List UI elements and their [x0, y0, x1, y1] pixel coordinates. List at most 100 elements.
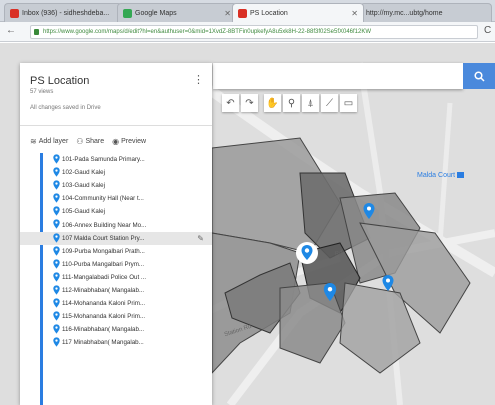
map-pin-icon — [53, 259, 60, 269]
back-arrow-icon[interactable]: ← — [6, 25, 16, 36]
map-pin-icon — [53, 193, 60, 203]
tab-google-maps[interactable]: Google Maps ✕ — [117, 3, 237, 22]
selected-map-marker-icon[interactable] — [295, 241, 319, 265]
layer-list: 101-Pada Samunda Primary... 102-Gaud Kale… — [20, 153, 212, 349]
map-pin-icon — [53, 232, 60, 243]
map-pin-icon — [53, 180, 60, 190]
map-pin-icon — [53, 219, 60, 230]
tab-title: http://my.mc...ubtg/home — [366, 9, 443, 17]
map-pin-icon — [53, 298, 60, 308]
place-label[interactable]: Malda Court — [417, 172, 465, 179]
tab-ps-location[interactable]: PS Location ✕ — [232, 3, 364, 22]
ruler-icon[interactable]: ▭ — [340, 94, 357, 112]
layer-item-label: 104-Community Hall (Near t... — [62, 195, 144, 203]
layer-item[interactable]: 110-Purba Mangalbari Prym... — [20, 258, 212, 271]
layer-item[interactable]: 101-Pada Samunda Primary... — [20, 153, 212, 166]
map-search-input[interactable] — [213, 63, 463, 89]
address-bar: ← C https://www.google.com/maps/d/edit?h… — [0, 22, 495, 42]
layer-item[interactable]: 117 Minabhaban( Mangalab... — [20, 336, 212, 349]
layer-item[interactable]: 115-Mohananda Kaloni Prim... — [20, 310, 212, 323]
layer-item-label: 114-Mohananda Kaloni Prim... — [62, 300, 146, 308]
layer-item-label: 101-Pada Samunda Primary... — [62, 156, 145, 164]
tab-title: PS Location — [250, 9, 288, 17]
close-icon[interactable]: ✕ — [224, 9, 231, 18]
place-label-text: Malda Court — [417, 172, 456, 179]
map-pin-icon — [53, 337, 60, 347]
map-marker-icon[interactable] — [363, 203, 375, 219]
layer-item-label: 109-Purba Mongalbari Prath... — [62, 247, 145, 255]
share-button[interactable]: ⚇ Share — [76, 137, 104, 146]
layer-item[interactable]: 116-Minabhaban( Mangalab... — [20, 323, 212, 336]
layer-item-label: 103-Gaud Kalej — [62, 182, 105, 190]
map-marker-icon[interactable] — [382, 275, 394, 291]
map-pin-icon — [53, 285, 60, 295]
undo-icon[interactable]: ↶ — [222, 94, 239, 112]
save-status: All changes saved in Drive — [30, 105, 101, 111]
gmail-icon — [10, 8, 19, 18]
map-pin-icon — [53, 167, 60, 177]
tab-other[interactable]: http://my.mc...ubtg/home — [360, 3, 492, 22]
layer-item[interactable]: 112-Minabhaban( Mangalab... — [20, 284, 212, 297]
add-layer-button[interactable]: ≋ Add layer — [30, 137, 68, 146]
layer-item-label: 107 Malda Court Station Pry... — [62, 234, 145, 242]
layer-item-label: 110-Purba Mangalbari Prym... — [62, 260, 145, 268]
layer-item-label: 111-Mangalabadi Police Out ... — [62, 273, 147, 281]
layer-item[interactable]: 106-Annex Building Near Mo... — [20, 218, 212, 231]
url-text: https://www.google.com/maps/d/edit?hl=en… — [43, 29, 372, 35]
redo-icon[interactable]: ↷ — [241, 94, 258, 112]
add-person-icon: ⚇ — [76, 137, 84, 146]
layer-item-label: 102-Gaud Kalej — [62, 169, 105, 177]
my-maps-icon — [238, 8, 247, 18]
layer-item-label: 105-Gaud Kalej — [62, 208, 105, 216]
url-field[interactable]: https://www.google.com/maps/d/edit?hl=en… — [30, 25, 478, 39]
maps-icon — [123, 8, 132, 18]
map-toolbar: ↶ ↷ ✋ ⚲ ⍋ ⟋ ▭ — [222, 94, 357, 112]
layer-item[interactable]: 109-Purba Mongalbari Prath... — [20, 245, 212, 258]
divider — [20, 125, 212, 126]
layer-item-label: 112-Minabhaban( Mangalab... — [62, 286, 145, 294]
close-icon[interactable]: ✕ — [351, 9, 358, 18]
add-layer-label: Add layer — [38, 138, 69, 145]
layer-item-label: 115-Mohananda Kaloni Prim... — [62, 313, 146, 321]
more-options-icon[interactable]: ⋮ — [193, 73, 204, 86]
map-title[interactable]: PS Location — [30, 75, 212, 87]
browser-tab-bar: Inbox (936) - sidheshdeba... Google Maps… — [0, 0, 495, 22]
search-icon — [473, 70, 485, 82]
layer-item[interactable]: 103-Gaud Kalej — [20, 179, 212, 192]
hand-icon[interactable]: ✋ — [264, 94, 281, 112]
search-button[interactable] — [463, 63, 495, 89]
layer-item[interactable]: 107 Malda Court Station Pry... ✎ — [20, 231, 212, 245]
tab-title: Google Maps — [135, 9, 177, 17]
panel-actions: ≋ Add layer ⚇ Share ◉ Preview — [30, 137, 146, 146]
layer-item[interactable]: 104-Community Hall (Near t... — [20, 192, 212, 205]
map-pin-icon — [53, 272, 60, 282]
preview-button[interactable]: ◉ Preview — [112, 137, 146, 146]
layer-item[interactable]: 105-Gaud Kalej — [20, 205, 212, 218]
style-icon[interactable]: ✎ — [197, 234, 204, 243]
map-pin-icon — [53, 206, 60, 217]
tab-inbox[interactable]: Inbox (936) - sidheshdeba... — [4, 3, 122, 22]
polygon-icon[interactable]: ⍋ — [302, 94, 319, 112]
layer-item-label: 116-Minabhaban( Mangalab... — [62, 326, 145, 334]
marker-icon[interactable]: ⚲ — [283, 94, 300, 112]
building-icon — [457, 172, 465, 179]
layer-item[interactable]: 111-Mangalabadi Police Out ... — [20, 271, 212, 284]
preview-label: Preview — [121, 138, 147, 145]
map-marker-icon[interactable] — [323, 283, 337, 301]
lock-icon — [34, 29, 39, 35]
share-label: Share — [85, 138, 105, 145]
map-pin-icon — [53, 311, 60, 321]
reload-icon[interactable]: C — [484, 25, 491, 36]
route-icon[interactable]: ⟋ — [321, 94, 338, 112]
view-count: 57 views — [30, 89, 54, 95]
layer-item[interactable]: 114-Mohananda Kaloni Prim... — [20, 297, 212, 310]
tab-title: Inbox (936) - sidheshdeba... — [22, 9, 110, 17]
map-pin-icon — [53, 154, 60, 164]
layer-item-label: 117 Minabhaban( Mangalab... — [62, 339, 144, 347]
layer-item[interactable]: 102-Gaud Kalej — [20, 166, 212, 179]
map-pin-icon — [53, 245, 60, 256]
layer-item-label: 106-Annex Building Near Mo... — [62, 221, 147, 229]
map-pin-icon — [53, 324, 60, 334]
eye-icon: ◉ — [112, 137, 120, 146]
screenshot: Inbox (936) - sidheshdeba... Google Maps… — [0, 0, 495, 405]
